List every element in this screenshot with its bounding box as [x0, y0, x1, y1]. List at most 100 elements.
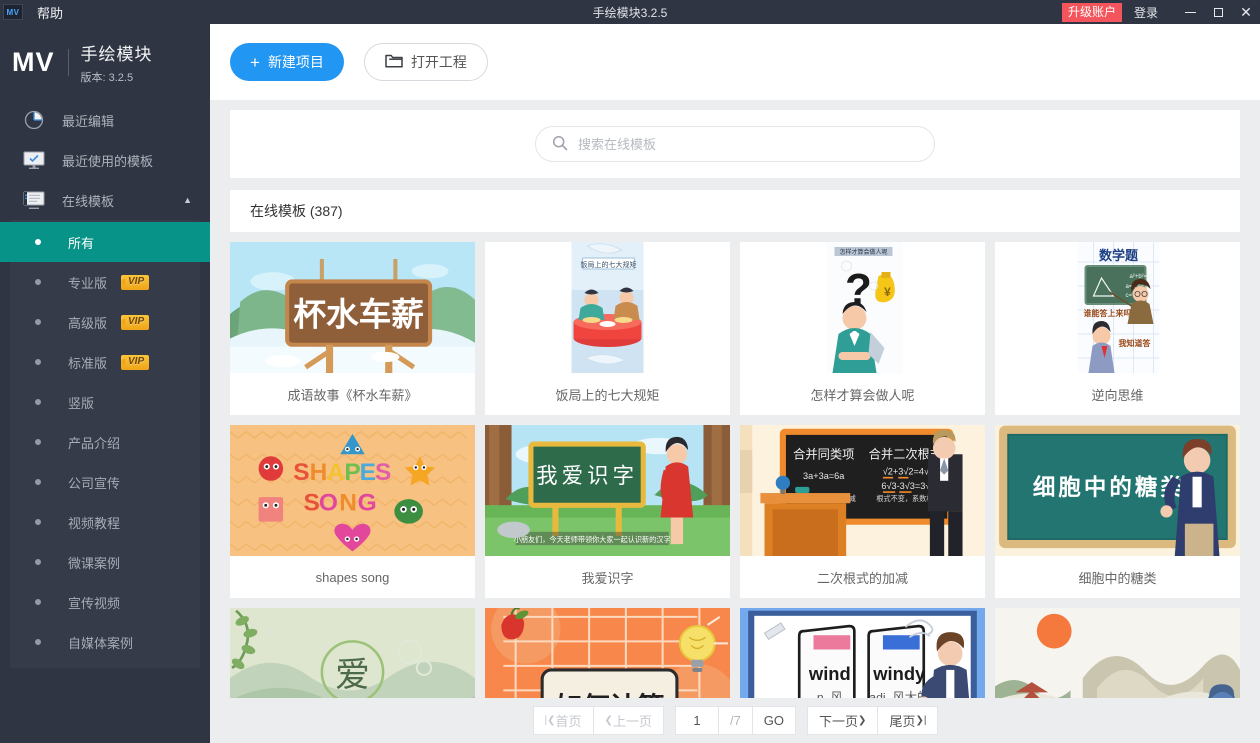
new-project-label: 新建项目 [267, 54, 324, 70]
sidebar-subitem-self-media-case[interactable]: 自媒体案例 [10, 622, 200, 662]
svg-text:S: S [293, 459, 309, 486]
next-page-button[interactable]: 下一页 ❯ [807, 706, 879, 735]
prev-page-button[interactable]: ❮ 上一页 [592, 706, 664, 735]
open-project-label: 打开工程 [410, 54, 467, 70]
template-card[interactable]: 细胞中的糖类 细胞中的糖类 [995, 425, 1240, 598]
svg-text:数学题: 数学题 [1099, 248, 1139, 263]
prev-page-label: 上一页 [612, 714, 652, 729]
template-card[interactable]: 杯水车薪 成语故事《杯水车薪》 [230, 242, 475, 415]
prev-page-icon: ❮ [604, 715, 613, 726]
brand-name: 手绘模块 [80, 44, 153, 64]
folder-icon [385, 53, 411, 71]
current-page-input[interactable]: 1 [674, 706, 719, 735]
template-card[interactable] [995, 608, 1240, 698]
sidebar-subitem-label: 宣传视频 [68, 595, 121, 611]
svg-text:O: O [319, 489, 338, 516]
last-page-label: 尾页 [889, 714, 916, 729]
template-title: shapes song [315, 569, 390, 585]
sidebar-subitem-company-promo[interactable]: 公司宣传 [10, 462, 200, 502]
minimize-button[interactable] [1176, 0, 1204, 24]
template-card[interactable]: 爱 [230, 608, 475, 698]
svg-text:E: E [360, 459, 376, 486]
last-page-button[interactable]: 尾页 ❯| [877, 706, 939, 735]
svg-text:S: S [375, 459, 391, 486]
bullet-icon [35, 239, 41, 245]
svg-text:我爱识字: 我爱识字 [536, 464, 638, 488]
template-card[interactable]: 饭局上的七大规矩 饭局上的七大规矩 [485, 242, 730, 415]
template-scroll-area[interactable]: 在线模板 (387) [210, 100, 1260, 698]
bullet-icon [35, 279, 41, 285]
svg-text:小朋友们，今天老师带领你大家一起认识新的汉字: 小朋友们，今天老师带领你大家一起认识新的汉字 [514, 535, 671, 544]
search-panel [230, 110, 1240, 178]
chevron-up-icon[interactable]: ▲ [183, 195, 192, 205]
sidebar-subitem-standard[interactable]: 标准版 VIP [10, 342, 200, 382]
sidebar-subitem-professional[interactable]: 专业版 VIP [10, 262, 200, 302]
template-card[interactable]: 数学题 a²+b²=c² a=1 b=2 c=? 谁能答上来吗 我知道答 逆向思… [995, 242, 1240, 415]
template-title: 二次根式的加减 [816, 570, 908, 586]
template-thumbnail: 我爱识字 小朋友们，今天老师带领你大家一起认识新的汉字 [485, 425, 730, 556]
template-grid: 杯水车薪 成语故事《杯水车薪》 饭局上的七大规矩 饭局上的七大规矩 怎样才算会做… [230, 232, 1240, 698]
sidebar-subcategory-list: 所有 专业版 VIP 高级版 VIP 标准版 VIP 竖版 产品介绍 公司宣传 … [0, 220, 210, 668]
template-title: 我爱识字 [581, 570, 634, 586]
new-project-button[interactable]: + 新建项目 [230, 43, 344, 81]
sidebar-subitem-advanced[interactable]: 高级版 VIP [10, 302, 200, 342]
sidebar-item-recent-templates[interactable]: 最近使用的模板 [0, 140, 210, 180]
template-title: 成语故事《杯水车薪》 [287, 387, 418, 403]
title-bar-right: 升级账户 登录 ✕ [1061, 0, 1260, 24]
template-card[interactable]: wind n. 风 windy adj. 风大的 [740, 608, 985, 698]
template-card[interactable]: 合并同类项 合并二次根式 3a+3a=6a √2+3√2=4√2 6√3-3√3… [740, 425, 985, 598]
template-card[interactable]: S H A P E S S O N G shapes song [230, 425, 475, 598]
bullet-icon [35, 319, 41, 325]
upgrade-account-button[interactable]: 升级账户 [1061, 2, 1122, 22]
template-thumbnail [995, 608, 1240, 698]
open-project-button[interactable]: 打开工程 [363, 43, 488, 81]
first-page-label: 首页 [555, 714, 582, 729]
maximize-button[interactable] [1204, 0, 1232, 24]
sidebar-item-online-templates[interactable]: 在线模板 ▲ [0, 180, 210, 220]
template-thumbnail: 合并同类项 合并二次根式 3a+3a=6a √2+3√2=4√2 6√3-3√3… [740, 425, 985, 556]
svg-text:杯水车薪: 杯水车薪 [293, 295, 424, 332]
brand-block: MV 手绘模块 版本: 3.2.5 [0, 24, 210, 100]
go-button[interactable]: GO [751, 706, 797, 735]
monitor-list-icon [22, 189, 46, 211]
svg-text:windy: windy [872, 663, 926, 684]
close-button[interactable]: ✕ [1232, 0, 1260, 24]
sidebar-subitem-video-tutorial[interactable]: 视频教程 [10, 502, 200, 542]
sidebar-subitem-promo-video[interactable]: 宣传视频 [10, 582, 200, 622]
svg-text:饭局上的七大规矩: 饭局上的七大规矩 [581, 260, 637, 269]
sidebar-subitem-label: 高级版 [68, 315, 108, 331]
vip-badge: VIP [121, 274, 150, 290]
template-card[interactable]: 如何计算 [485, 608, 730, 698]
sidebar-subitem-vertical[interactable]: 竖版 [10, 382, 200, 422]
template-thumbnail: wind n. 风 windy adj. 风大的 [740, 608, 985, 698]
sidebar-item-recent-edits[interactable]: 最近编辑 [0, 100, 210, 140]
next-page-label: 下一页 [819, 714, 859, 729]
next-page-icon: ❯ [858, 715, 867, 726]
monitor-check-icon [22, 149, 46, 171]
template-thumbnail: 数学题 a²+b²=c² a=1 b=2 c=? 谁能答上来吗 我知道答 [995, 242, 1240, 373]
sidebar-subitem-product-intro[interactable]: 产品介绍 [10, 422, 200, 462]
minimize-icon [1184, 11, 1196, 13]
template-card[interactable]: 怎样才算会做人呢 ? ¥ 怎样才算会做人呢 [740, 242, 985, 415]
search-icon [552, 135, 568, 154]
template-thumbnail: 如何计算 [485, 608, 730, 698]
search-input[interactable] [578, 136, 918, 152]
menu-help[interactable]: 帮助 [37, 3, 63, 22]
search-box[interactable] [535, 126, 935, 162]
bullet-icon [35, 479, 41, 485]
template-card[interactable]: 我爱识字 小朋友们，今天老师带领你大家一起认识新的汉字 我爱识字 [485, 425, 730, 598]
svg-text:爱: 爱 [335, 655, 370, 694]
sidebar-item-label: 最近编辑 [62, 113, 115, 129]
first-page-button[interactable]: |❮ 首页 [532, 706, 594, 735]
template-title: 饭局上的七大规矩 [555, 387, 660, 403]
svg-text:√2+3√2=4√2: √2+3√2=4√2 [883, 467, 934, 477]
vip-badge: VIP [121, 314, 150, 330]
svg-text:3a+3a=6a: 3a+3a=6a [803, 471, 845, 481]
svg-text:wind: wind [808, 663, 851, 684]
svg-text:P: P [344, 459, 360, 486]
bullet-icon [35, 439, 41, 445]
sidebar-subitem-microlesson-case[interactable]: 微课案例 [10, 542, 200, 582]
sidebar-subitem-all[interactable]: 所有 [0, 222, 210, 262]
login-button[interactable]: 登录 [1134, 4, 1158, 21]
template-thumbnail: 杯水车薪 [230, 242, 475, 373]
